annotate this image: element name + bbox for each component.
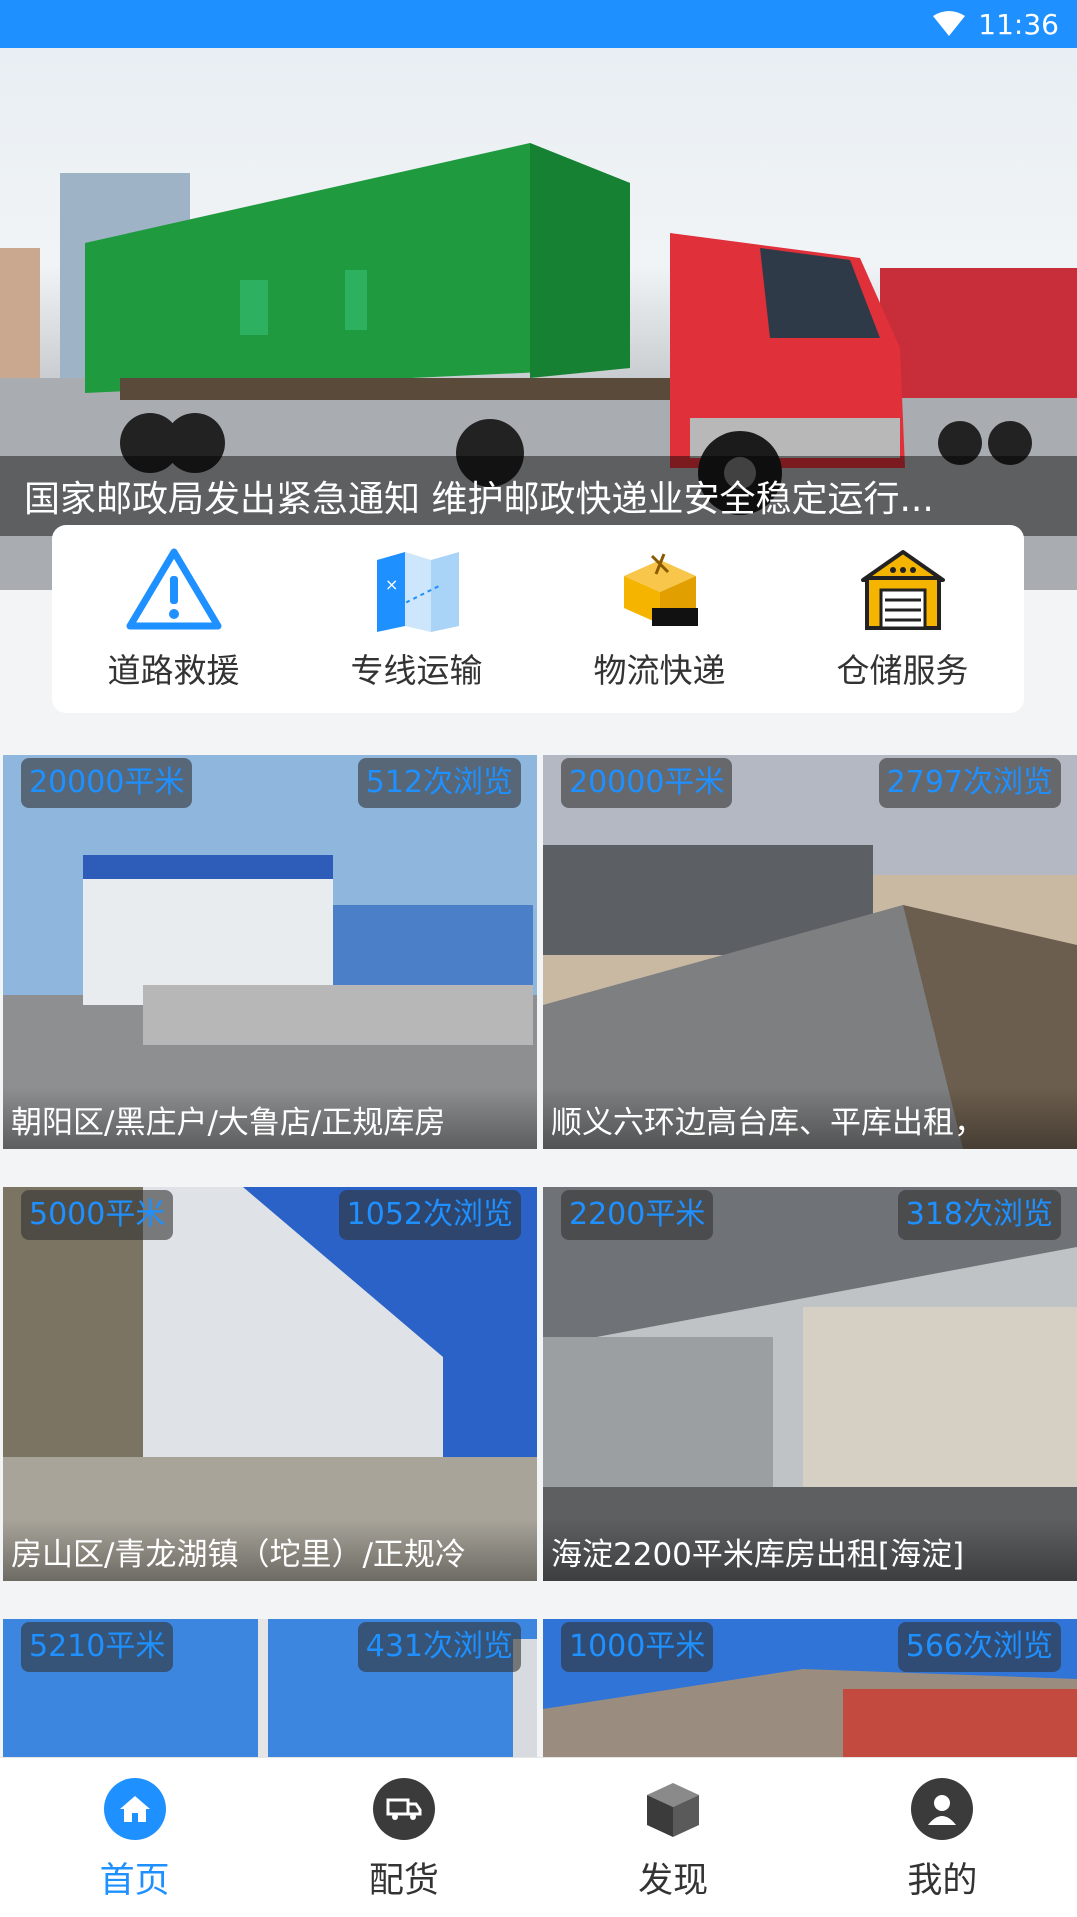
- area-badge: 20000平米: [21, 758, 193, 808]
- status-time: 11:36: [978, 7, 1059, 41]
- bottom-nav: 首页 配货 发现 我的: [0, 1757, 1077, 1917]
- quick-item-dedicated-line[interactable]: × 专线运输: [317, 546, 517, 692]
- warning-icon: [126, 546, 222, 632]
- listing-title: 房山区/青龙湖镇（坨里）/正规冷: [3, 1519, 537, 1581]
- area-badge: 5210平米: [21, 1622, 174, 1672]
- area-badge: 5000平米: [21, 1190, 174, 1240]
- status-bar: 11:36: [0, 0, 1077, 48]
- listing-card[interactable]: 5000平米 1052次浏览 房山区/青龙湖镇（坨里）/正规冷: [3, 1187, 537, 1581]
- home-icon: [103, 1778, 166, 1840]
- quick-item-logistics[interactable]: 物流快递: [560, 546, 760, 692]
- quick-item-road-rescue[interactable]: 道路救援: [74, 546, 274, 692]
- quick-item-label: 专线运输: [350, 651, 483, 690]
- quick-item-label: 道路救援: [107, 651, 240, 690]
- listing-title: 朝阳区/黑庄户/大鲁店/正规库房: [3, 1087, 537, 1149]
- nav-label: 发现: [638, 1861, 709, 1901]
- package-icon: [612, 546, 708, 632]
- views-badge: 2797次浏览: [878, 758, 1061, 808]
- nav-profile[interactable]: 我的: [808, 1758, 1077, 1917]
- nav-dispatch[interactable]: 配货: [269, 1758, 538, 1917]
- nav-discover[interactable]: 发现: [539, 1758, 808, 1917]
- nav-home[interactable]: 首页: [0, 1758, 269, 1917]
- listing-card[interactable]: 20000平米 2797次浏览 顺义六环边高台库、平库出租，: [543, 755, 1077, 1149]
- nav-label: 配货: [368, 1861, 439, 1901]
- views-badge: 1052次浏览: [338, 1190, 521, 1240]
- listing-title: 顺义六环边高台库、平库出租，: [543, 1087, 1077, 1149]
- svg-text:×: ×: [385, 575, 398, 594]
- listing-card[interactable]: 20000平米 512次浏览 朝阳区/黑庄户/大鲁店/正规库房: [3, 755, 537, 1149]
- views-badge: 431次浏览: [357, 1622, 521, 1672]
- views-badge: 566次浏览: [897, 1622, 1061, 1672]
- listing-title: 海淀2200平米库房出租[海淀]: [543, 1519, 1077, 1581]
- banner-carousel[interactable]: 国家邮政局发出紧急通知 维护邮政快递业安全稳定运行...: [0, 48, 1077, 590]
- area-badge: 2200平米: [561, 1190, 714, 1240]
- map-icon: ×: [369, 546, 465, 632]
- listing-card[interactable]: 2200平米 318次浏览 海淀2200平米库房出租[海淀]: [543, 1187, 1077, 1581]
- quick-menu: 道路救援 × 专线运输 物流快递 仓储服务: [52, 525, 1024, 713]
- user-icon: [911, 1778, 974, 1840]
- banner-caption: 国家邮政局发出紧急通知 维护邮政快递业安全稳定运行...: [0, 456, 1077, 536]
- warehouse-icon: [855, 546, 951, 632]
- truck-icon: [372, 1778, 435, 1840]
- nav-label: 首页: [99, 1861, 170, 1901]
- quick-item-label: 物流快递: [593, 651, 726, 690]
- listing-card[interactable]: 1000平米 566次浏览: [543, 1619, 1077, 1757]
- listing-card[interactable]: 5210平米 431次浏览: [3, 1619, 537, 1757]
- wifi-icon: [932, 10, 966, 38]
- quick-item-warehouse[interactable]: 仓储服务: [803, 546, 1003, 692]
- views-badge: 318次浏览: [897, 1190, 1061, 1240]
- area-badge: 1000平米: [561, 1622, 714, 1672]
- nav-label: 我的: [907, 1861, 978, 1901]
- views-badge: 512次浏览: [357, 758, 521, 808]
- box-icon: [642, 1778, 704, 1840]
- quick-item-label: 仓储服务: [836, 651, 969, 690]
- area-badge: 20000平米: [561, 758, 733, 808]
